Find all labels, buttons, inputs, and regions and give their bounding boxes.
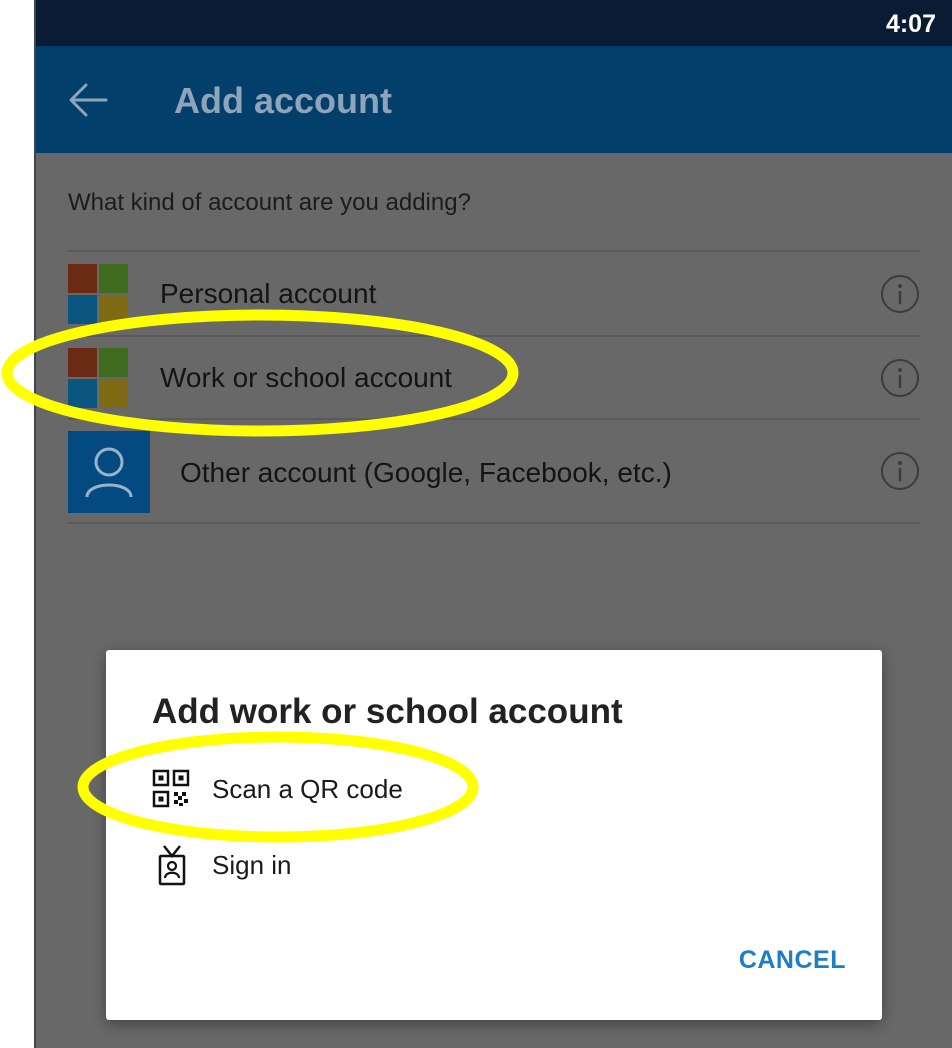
divider [68, 522, 920, 524]
person-icon [68, 431, 150, 513]
add-work-account-dialog: Add work or school account Scan a QR cod… [106, 650, 882, 1020]
badge-icon [158, 845, 186, 886]
info-icon[interactable] [880, 274, 920, 314]
info-icon[interactable] [880, 358, 920, 398]
account-label-work-school: Work or school account [160, 362, 453, 393]
microsoft-logo-icon [68, 264, 128, 324]
info-icon[interactable] [880, 451, 920, 491]
arrow-left-icon[interactable] [66, 80, 110, 120]
page-title: Add account [174, 80, 393, 121]
divider [68, 418, 920, 420]
status-time: 4:07 [885, 10, 936, 38]
scan-qr-code-label: Scan a QR code [212, 774, 403, 804]
cancel-button[interactable]: CANCEL [739, 946, 846, 975]
status-bar: 4:07 [36, 0, 952, 46]
sign-in-option[interactable]: Sign in [152, 842, 552, 888]
account-row-personal[interactable]: Personal account [68, 252, 920, 334]
account-type-list: What kind of account are you adding? Per… [36, 153, 952, 1048]
phone-screen: 4:07 Add account What kind of account ar… [34, 0, 952, 1048]
account-label-personal: Personal account [160, 278, 377, 309]
sign-in-label: Sign in [212, 850, 292, 880]
app-bar: Add account [36, 46, 952, 153]
account-question: What kind of account are you adding? [68, 189, 471, 216]
microsoft-logo-icon [68, 348, 128, 408]
qr-code-icon [152, 769, 190, 808]
scan-qr-code-option[interactable]: Scan a QR code [152, 766, 552, 812]
account-label-other: Other account (Google, Facebook, etc.) [180, 457, 672, 488]
account-row-work-school[interactable]: Work or school account [68, 336, 920, 418]
dialog-title: Add work or school account [152, 692, 623, 731]
account-row-other[interactable]: Other account (Google, Facebook, etc.) [68, 421, 920, 521]
